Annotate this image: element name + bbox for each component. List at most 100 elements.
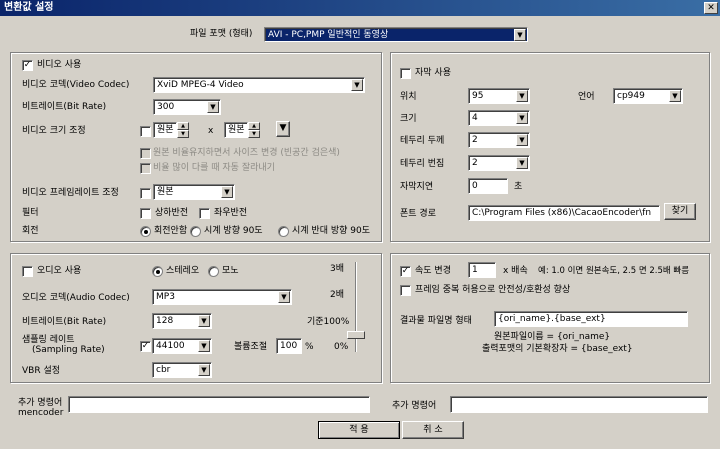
stereo-label: 스테레오 (166, 266, 200, 276)
video-fps-value: 원본 (157, 187, 174, 197)
stereo-radio[interactable] (152, 266, 163, 277)
rotate-label: 회전 (22, 226, 39, 236)
audio-bitrate-select[interactable]: 128 ▼ (152, 313, 212, 329)
frame-dup-label: 프레임 중복 허용으로 안전성/호환성 향상 (415, 285, 571, 295)
result-name-input[interactable]: {ori_name}.{base_ext} (494, 311, 688, 327)
spin-down-icon[interactable]: ▼ (248, 130, 260, 138)
audio-codec-label: 오디오 코덱(Audio Codec) (22, 293, 130, 303)
rotate-ccw-radio[interactable] (278, 226, 289, 237)
video-height-spinner[interactable]: ▲ ▼ (248, 122, 260, 138)
keep-ratio-checkbox[interactable] (140, 148, 151, 159)
auto-crop-checkbox[interactable] (140, 163, 151, 174)
sub-size-value: 4 (472, 113, 478, 123)
flip-horizontal-label: 좌우반전 (214, 208, 248, 218)
audio-bitrate-label: 비트레이트(Bit Rate) (22, 317, 107, 327)
mencoder-extra-input[interactable] (68, 396, 370, 413)
sub-blur-label: 테두리 번짐 (400, 159, 445, 169)
video-height-input[interactable]: 원본 (224, 122, 248, 138)
chevron-down-icon[interactable]: ▼ (669, 90, 681, 102)
browse-font-button[interactable]: 찾기 (664, 203, 696, 220)
sub-lang-select[interactable]: cp949 ▼ (613, 88, 683, 104)
audio-enable-label: 오디오 사용 (37, 266, 82, 276)
frame-dup-checkbox[interactable] (400, 285, 411, 296)
rotate-cw-radio[interactable] (190, 226, 201, 237)
vbr-select[interactable]: cbr ▼ (152, 362, 212, 378)
video-width-spinner[interactable]: ▲ ▼ (177, 122, 189, 138)
video-bitrate-label: 비트레이트(Bit Rate) (22, 102, 107, 112)
spin-up-icon[interactable]: ▲ (177, 122, 189, 130)
chevron-down-icon[interactable]: ▼ (221, 186, 233, 198)
rotate-cw-label: 시계 방향 90도 (204, 226, 263, 236)
video-enable-checkbox[interactable]: ✓ (22, 60, 33, 71)
sub-delay-unit: 초 (514, 182, 523, 192)
speed-enable-label: 속도 변경 (415, 266, 451, 276)
close-icon[interactable]: ✕ (704, 2, 718, 14)
keep-ratio-label: 원본 비율유지하면서 사이즈 변경 (빈공간 검은색) (153, 148, 340, 158)
cancel-button[interactable]: 취 소 (402, 421, 464, 439)
font-path-label: 폰트 경로 (400, 209, 436, 219)
chevron-down-icon[interactable]: ▼ (278, 291, 290, 303)
subtitle-enable-label: 자막 사용 (415, 68, 451, 78)
sub-delay-input[interactable]: 0 (468, 178, 508, 194)
rotate-none-radio[interactable] (140, 226, 151, 237)
sampling-checkbox[interactable]: ✓ (140, 341, 151, 352)
chevron-down-icon[interactable]: ▼ (516, 134, 528, 146)
flip-horizontal-checkbox[interactable] (199, 208, 210, 219)
window-title: 변환값 설정 (0, 0, 720, 16)
mono-radio[interactable] (208, 266, 219, 277)
file-format-select[interactable]: AVI - PC,PMP 일반적인 동영상 ▼ (264, 27, 528, 42)
sub-border-select[interactable]: 2 ▼ (468, 132, 530, 148)
video-fps-select[interactable]: 원본 ▼ (153, 184, 235, 200)
video-width-input[interactable]: 원본 (153, 122, 177, 138)
sub-size-label: 크기 (400, 114, 417, 124)
sub-delay-label: 자막지연 (400, 182, 434, 192)
volume-unit: % (305, 342, 314, 352)
chevron-down-icon[interactable]: ▼ (198, 315, 210, 327)
sampling-select[interactable]: 44100 ▼ (152, 338, 212, 354)
mono-label: 모노 (222, 266, 239, 276)
subtitle-enable-checkbox[interactable] (400, 68, 411, 79)
extra-command-label: 추가 명령어 (392, 401, 437, 411)
flip-vertical-label: 상하반전 (155, 208, 189, 218)
sub-lang-value: cp949 (617, 91, 645, 101)
spin-down-icon[interactable]: ▼ (177, 130, 189, 138)
video-bitrate-select[interactable]: 300 ▼ (153, 99, 221, 115)
sub-blur-select[interactable]: 2 ▼ (468, 155, 530, 171)
chevron-down-icon[interactable]: ▼ (198, 340, 210, 352)
volume-slider-thumb[interactable] (347, 331, 365, 339)
chevron-down-icon[interactable]: ▼ (516, 90, 528, 102)
chevron-down-icon[interactable]: ▼ (516, 112, 528, 124)
volume-input[interactable]: 100 (276, 338, 302, 354)
sub-pos-label: 위치 (400, 92, 417, 102)
video-size-label: 비디오 크기 조정 (22, 126, 86, 136)
volume-scale-100: 기준100% (307, 317, 350, 327)
flip-vertical-checkbox[interactable] (140, 208, 151, 219)
chevron-down-icon[interactable]: ▼ (207, 101, 219, 113)
video-fps-checkbox[interactable] (140, 188, 151, 199)
video-enable-label: 비디오 사용 (37, 60, 82, 70)
video-fps-label: 비디오 프레임레이트 조정 (22, 188, 119, 198)
spin-up-icon[interactable]: ▲ (248, 122, 260, 130)
size-preset-button[interactable]: ▼ (276, 121, 290, 137)
video-size-checkbox[interactable] (140, 126, 151, 137)
audio-enable-checkbox[interactable] (22, 266, 33, 277)
sub-size-select[interactable]: 4 ▼ (468, 110, 530, 126)
mencoder-label-2: mencoder (18, 408, 64, 418)
volume-scale-3x: 3배 (330, 264, 345, 274)
speed-enable-checkbox[interactable]: ✓ (400, 266, 411, 277)
chevron-down-icon[interactable]: ▼ (516, 157, 528, 169)
video-codec-select[interactable]: XviD MPEG-4 Video ▼ (153, 77, 365, 93)
extra-command-input[interactable] (450, 396, 708, 413)
video-codec-label: 비디오 코덱(Video Codec) (22, 80, 130, 90)
chevron-down-icon[interactable]: ▼ (351, 79, 363, 91)
apply-button[interactable]: 적 용 (318, 421, 400, 439)
audio-codec-select[interactable]: MP3 ▼ (152, 289, 292, 305)
speed-input[interactable]: 1 (468, 262, 496, 278)
chevron-down-icon[interactable]: ▼ (198, 364, 210, 376)
sub-lang-label: 언어 (578, 92, 595, 102)
font-path-input[interactable]: C:\Program Files (x86)\CacaoEncoder\fn (468, 205, 660, 221)
sub-pos-value: 95 (472, 91, 484, 101)
chevron-down-icon[interactable]: ▼ (514, 29, 526, 41)
video-codec-value: XviD MPEG-4 Video (157, 80, 244, 90)
sub-pos-select[interactable]: 95 ▼ (468, 88, 530, 104)
